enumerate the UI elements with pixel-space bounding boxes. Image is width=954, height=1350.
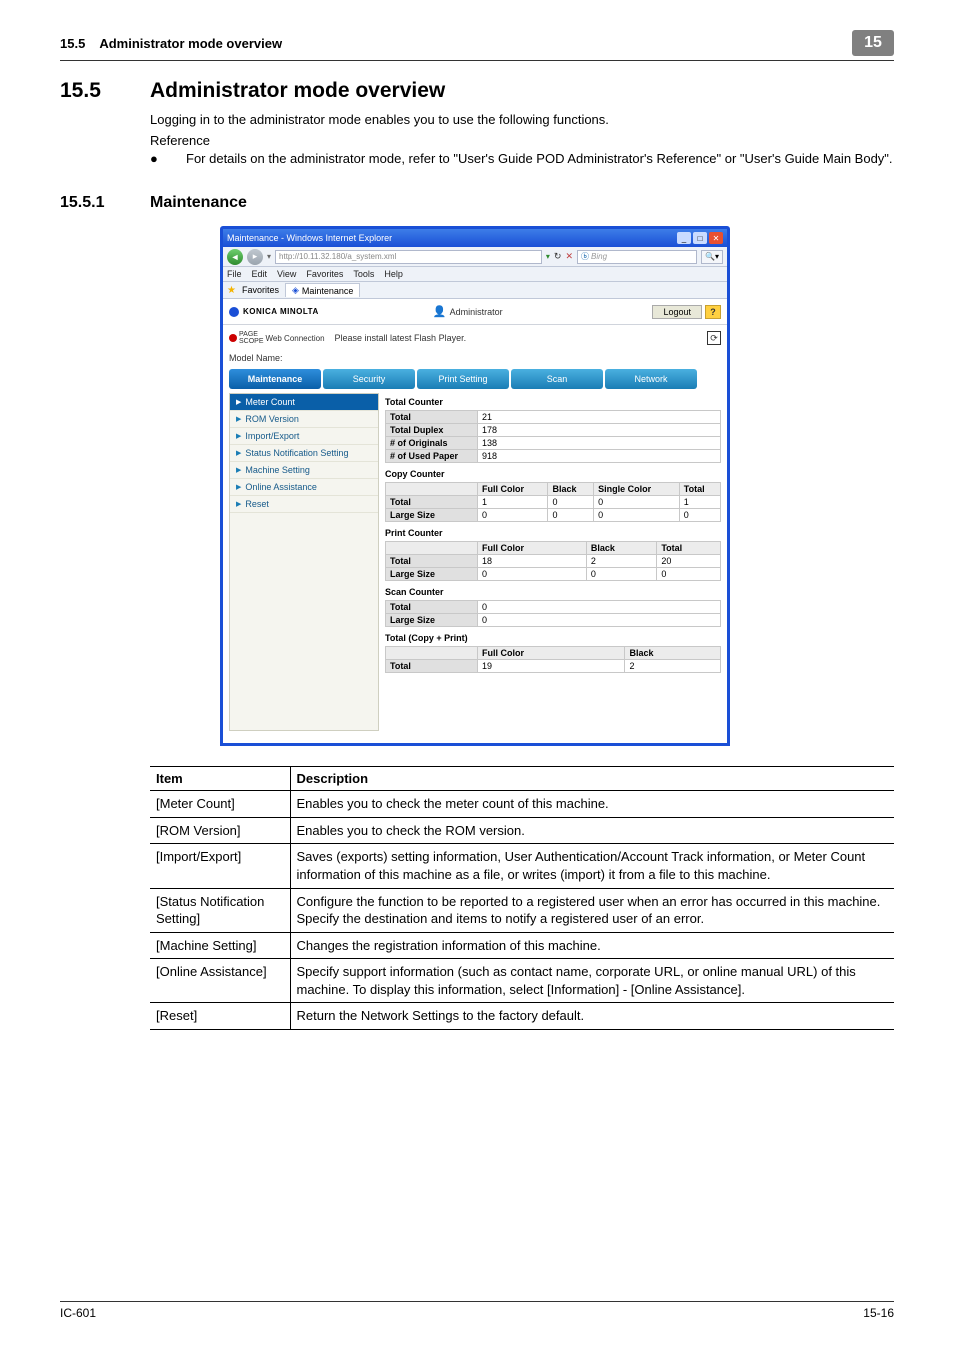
window-titlebar: Maintenance - Windows Internet Explorer … [223,229,727,247]
address-bar[interactable]: http://10.11.32.180/a_system.xml [275,250,542,264]
model-name: Model Name: [223,351,727,369]
page-content: KONICA MINOLTA 👤 Administrator Logout ? … [223,299,727,743]
sidebar-item-import-export[interactable]: ▶Import/Export [230,428,378,445]
admin-badge: 👤 Administrator [433,305,503,318]
search-go-button[interactable]: 🔍▾ [701,250,723,264]
table-row: [Online Assistance]Specify support infor… [150,959,894,1003]
section-heading: 15.5 Administrator mode overview [60,79,894,103]
reference-label: Reference [150,133,894,148]
running-header: 15.5 Administrator mode overview 15 [60,30,894,61]
subsection-number: 15.5.1 [60,194,150,212]
section-number: 15.5 [60,79,150,103]
header-section-num: 15.5 [60,36,85,51]
total-counter-table: Total21 Total Duplex178 # of Originals13… [385,410,721,463]
header-chapter-tab: 15 [852,30,894,56]
tab-page-icon: ◈ [292,285,299,296]
description-table: Item Description [Meter Count]Enables yo… [150,766,894,1029]
refresh-addr-icon[interactable]: ↻ [554,251,562,262]
table-col-item: Item [150,767,290,791]
menu-edit[interactable]: Edit [252,269,268,279]
scan-counter-title: Scan Counter [385,587,721,597]
side-nav: ▶Meter Count ▶ROM Version ▶Import/Export… [229,393,379,731]
menu-file[interactable]: File [227,269,242,279]
bullet-text: For details on the administrator mode, r… [186,150,894,168]
help-button[interactable]: ? [705,305,721,319]
brand-logo-icon [229,307,239,317]
menu-view[interactable]: View [277,269,296,279]
menu-favorites[interactable]: Favorites [306,269,343,279]
menu-tools[interactable]: Tools [353,269,374,279]
maximize-button[interactable]: □ [693,232,707,244]
footer-model: IC-601 [60,1306,96,1320]
menu-help[interactable]: Help [384,269,403,279]
sidebar-item-online-assistance[interactable]: ▶Online Assistance [230,479,378,496]
tab-maintenance[interactable]: Maintenance [229,369,321,389]
menu-bar: File Edit View Favorites Tools Help [223,267,727,282]
maintenance-panel: Total Counter Total21 Total Duplex178 # … [385,393,721,731]
print-counter-table: Full Color Black Total Total18220 Large … [385,541,721,581]
tab-network[interactable]: Network [605,369,697,389]
bullet-mark: ● [150,150,186,168]
page-footer: IC-601 15-16 [60,1301,894,1320]
table-col-description: Description [290,767,894,791]
tab-print-setting[interactable]: Print Setting [417,369,509,389]
tab-security[interactable]: Security [323,369,415,389]
go-button-dropdown[interactable]: ▾ [546,252,550,261]
tab-scan[interactable]: Scan [511,369,603,389]
copy-counter-title: Copy Counter [385,469,721,479]
copy-counter-table: Full Color Black Single Color Total Tota… [385,482,721,522]
stop-icon[interactable]: ✕ [565,251,573,262]
user-icon: 👤 [433,305,447,318]
nav-forward-button[interactable]: ▸ [247,249,263,265]
search-box[interactable]: ⓑ Bing [577,250,697,264]
minimize-button[interactable]: _ [677,232,691,244]
pagescope-logo: PAGE SCOPE Web Connection [229,331,325,345]
address-bar-row: ◄ ▸ ▾ http://10.11.32.180/a_system.xml ▾… [223,247,727,267]
browser-tab[interactable]: ◈ Maintenance [285,283,360,297]
table-row: [Import/Export]Saves (exports) setting i… [150,844,894,888]
subsection-title: Maintenance [150,194,247,212]
table-row: [Machine Setting]Changes the registratio… [150,932,894,959]
total-copy-print-title: Total (Copy + Print) [385,633,721,643]
sub-brand-row: PAGE SCOPE Web Connection Please install… [223,325,727,351]
table-row: [Meter Count]Enables you to check the me… [150,791,894,818]
brand-text: KONICA MINOLTA [243,307,393,316]
favorites-label: Favorites [242,285,279,295]
total-copy-print-table: Full Color Black Total192 [385,646,721,673]
nav-dropdown-icon[interactable]: ▾ [267,252,271,261]
window-title: Maintenance - Windows Internet Explorer [227,233,677,243]
sidebar-item-reset[interactable]: ▶Reset [230,496,378,513]
sidebar-item-meter-count[interactable]: ▶Meter Count [230,394,378,411]
section-title: Administrator mode overview [150,79,445,103]
main-tabs: Maintenance Security Print Setting Scan … [223,369,727,393]
sidebar-item-status-notification[interactable]: ▶Status Notification Setting [230,445,378,462]
nav-back-button[interactable]: ◄ [227,249,243,265]
flash-message: Please install latest Flash Player. [335,333,467,343]
sidebar-item-machine-setting[interactable]: ▶Machine Setting [230,462,378,479]
sidebar-item-rom-version[interactable]: ▶ROM Version [230,411,378,428]
header-title: Administrator mode overview [99,36,852,51]
brand-header: KONICA MINOLTA 👤 Administrator Logout ? [223,299,727,325]
intro-text: Logging in to the administrator mode ena… [150,111,894,129]
table-row: [Status Notification Setting]Configure t… [150,888,894,932]
reference-bullet: ● For details on the administrator mode,… [150,150,894,168]
panel-refresh-icon[interactable]: ⟳ [707,331,721,345]
logout-button[interactable]: Logout [652,305,702,319]
total-counter-title: Total Counter [385,397,721,407]
subsection-heading: 15.5.1 Maintenance [60,194,894,212]
close-button[interactable]: ✕ [709,232,723,244]
screenshot-window: Maintenance - Windows Internet Explorer … [220,226,730,746]
table-row: [ROM Version]Enables you to check the RO… [150,817,894,844]
search-provider-icon: ⓑ [581,251,589,262]
favorites-bar: ★ Favorites ◈ Maintenance [223,282,727,299]
footer-page-number: 15-16 [863,1306,894,1320]
scan-counter-table: Total0 Large Size0 [385,600,721,627]
table-row: [Reset]Return the Network Settings to th… [150,1003,894,1030]
favorites-icon[interactable]: ★ [227,285,236,296]
print-counter-title: Print Counter [385,528,721,538]
